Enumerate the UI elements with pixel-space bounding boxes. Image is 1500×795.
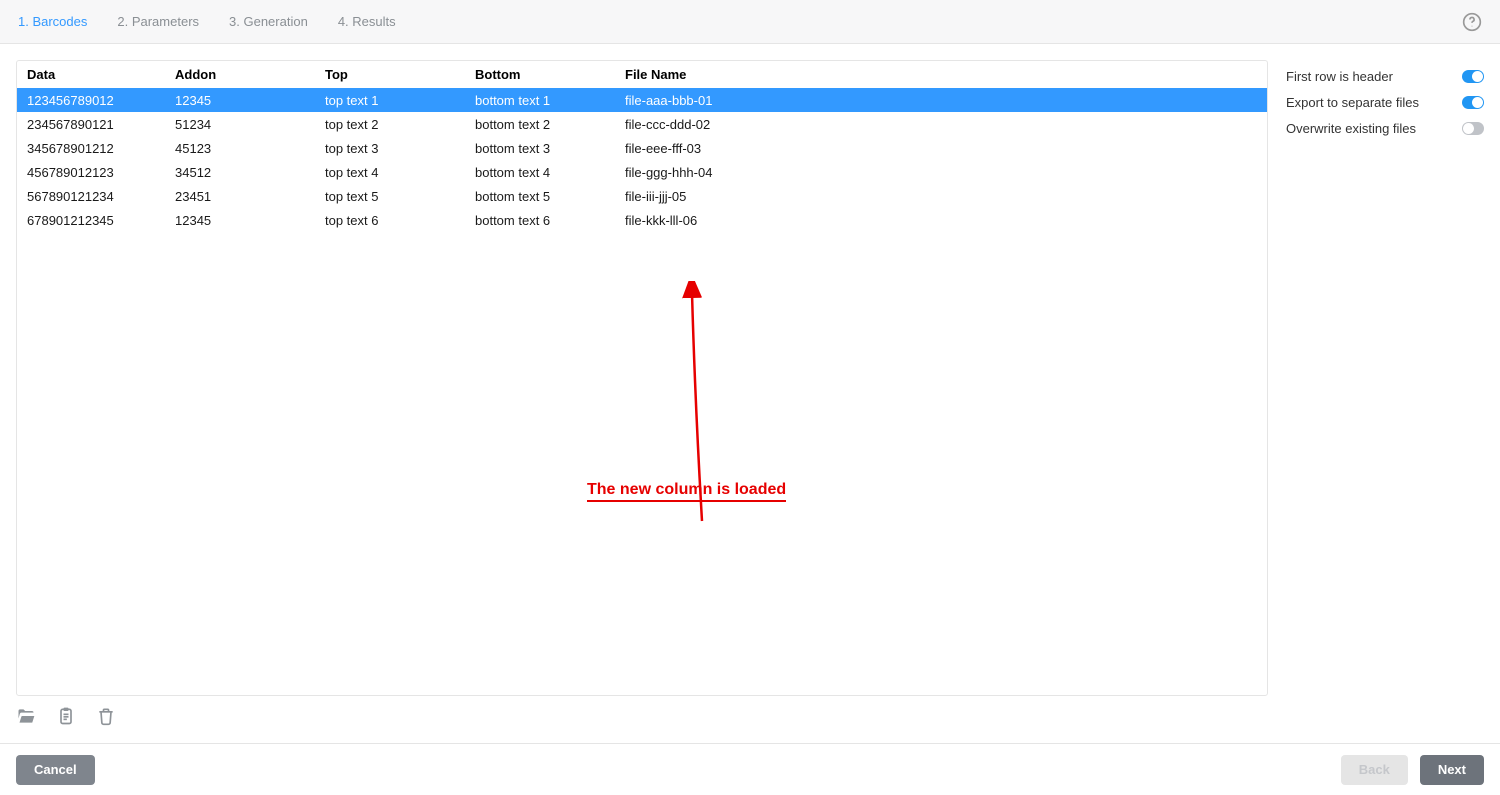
- col-header-top[interactable]: Top: [317, 61, 467, 88]
- cell-data: 456789012123: [17, 160, 167, 184]
- cell-file: file-kkk-lll-06: [617, 208, 1267, 232]
- cell-bottom: bottom text 3: [467, 136, 617, 160]
- wizard-step[interactable]: 3. Generation: [229, 14, 308, 29]
- trash-icon[interactable]: [96, 706, 116, 726]
- cell-bottom: bottom text 4: [467, 160, 617, 184]
- table-row[interactable]: 23456789012151234top text 2bottom text 2…: [17, 112, 1267, 136]
- table-toolbar: [0, 696, 1500, 726]
- paste-clipboard-icon[interactable]: [56, 706, 76, 726]
- toggle-overwrite[interactable]: [1462, 122, 1484, 135]
- cell-data: 123456789012: [17, 88, 167, 112]
- cell-addon: 12345: [167, 208, 317, 232]
- option-export-separate-label: Export to separate files: [1286, 95, 1419, 110]
- cell-top: top text 6: [317, 208, 467, 232]
- cell-addon: 12345: [167, 88, 317, 112]
- toggle-first-row-header[interactable]: [1462, 70, 1484, 83]
- cell-file: file-ccc-ddd-02: [617, 112, 1267, 136]
- wizard-step[interactable]: 2. Parameters: [117, 14, 199, 29]
- cell-addon: 34512: [167, 160, 317, 184]
- data-table-panel: Data Addon Top Bottom File Name 12345678…: [16, 60, 1268, 696]
- cell-file: file-aaa-bbb-01: [617, 88, 1267, 112]
- cell-data: 345678901212: [17, 136, 167, 160]
- col-header-file[interactable]: File Name: [617, 61, 1267, 88]
- data-table[interactable]: Data Addon Top Bottom File Name 12345678…: [17, 61, 1267, 232]
- cell-top: top text 4: [317, 160, 467, 184]
- table-row[interactable]: 34567890121245123top text 3bottom text 3…: [17, 136, 1267, 160]
- col-header-bottom[interactable]: Bottom: [467, 61, 617, 88]
- wizard-step[interactable]: 4. Results: [338, 14, 396, 29]
- cell-bottom: bottom text 2: [467, 112, 617, 136]
- toggle-export-separate[interactable]: [1462, 96, 1484, 109]
- cell-addon: 51234: [167, 112, 317, 136]
- cancel-button[interactable]: Cancel: [16, 755, 95, 785]
- col-header-addon[interactable]: Addon: [167, 61, 317, 88]
- cell-top: top text 5: [317, 184, 467, 208]
- back-button: Back: [1341, 755, 1408, 785]
- cell-bottom: bottom text 5: [467, 184, 617, 208]
- cell-top: top text 2: [317, 112, 467, 136]
- table-row[interactable]: 67890121234512345top text 6bottom text 6…: [17, 208, 1267, 232]
- help-icon[interactable]: [1462, 12, 1482, 32]
- wizard-steps-bar: 1. Barcodes 2. Parameters 3. Generation 4. …: [0, 0, 1500, 44]
- options-panel: First row is header Export to separate f…: [1286, 60, 1484, 696]
- cell-file: file-eee-fff-03: [617, 136, 1267, 160]
- footer-bar: Cancel Back Next: [0, 743, 1500, 795]
- option-overwrite-label: Overwrite existing files: [1286, 121, 1416, 136]
- annotation-text: The new column is loaded: [587, 481, 786, 502]
- cell-data: 234567890121: [17, 112, 167, 136]
- col-header-data[interactable]: Data: [17, 61, 167, 88]
- cell-bottom: bottom text 1: [467, 88, 617, 112]
- open-folder-icon[interactable]: [16, 706, 36, 726]
- cell-top: top text 1: [317, 88, 467, 112]
- cell-addon: 23451: [167, 184, 317, 208]
- cell-file: file-iii-jjj-05: [617, 184, 1267, 208]
- wizard-step[interactable]: 1. Barcodes: [18, 14, 87, 29]
- next-button[interactable]: Next: [1420, 755, 1484, 785]
- cell-data: 678901212345: [17, 208, 167, 232]
- table-row[interactable]: 12345678901212345top text 1bottom text 1…: [17, 88, 1267, 112]
- cell-data: 567890121234: [17, 184, 167, 208]
- table-row[interactable]: 56789012123423451top text 5bottom text 5…: [17, 184, 1267, 208]
- cell-bottom: bottom text 6: [467, 208, 617, 232]
- cell-addon: 45123: [167, 136, 317, 160]
- cell-top: top text 3: [317, 136, 467, 160]
- option-first-row-header-label: First row is header: [1286, 69, 1393, 84]
- table-row[interactable]: 45678901212334512top text 4bottom text 4…: [17, 160, 1267, 184]
- cell-file: file-ggg-hhh-04: [617, 160, 1267, 184]
